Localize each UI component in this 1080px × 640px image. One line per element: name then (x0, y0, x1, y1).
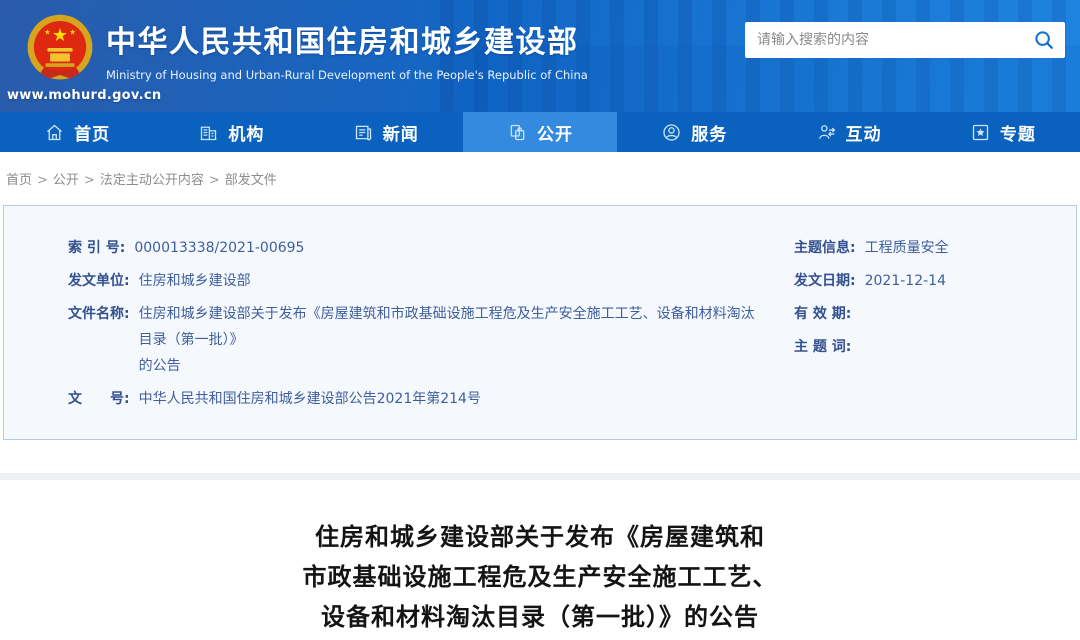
doc-info-value: 住房和城乡建设部关于发布《房屋建筑和市政基础设施工程危及生产安全施工工艺、设备和… (139, 301, 768, 379)
nav-item-label: 服务 (691, 120, 727, 145)
doc-info-row: 主 题 词: (794, 334, 1058, 360)
interaction-icon (816, 122, 837, 143)
doc-info-label: 发文单位: (68, 268, 130, 294)
doc-info-row: 主题信息: 工程质量安全 (794, 235, 1058, 261)
site-header: ★ ★ ★ www.mohurd.gov.cn 中华人民共和国住房和城乡建设部 … (0, 0, 1080, 112)
doc-info-value: 工程质量安全 (865, 235, 949, 261)
breadcrumb-separator: > (84, 173, 95, 188)
nav-item-home[interactable]: 首页 (0, 112, 154, 152)
breadcrumb-separator: > (209, 173, 220, 188)
doc-info-card: 索 引 号:000013338/2021-00695发文单位:住房和城乡建设部文… (3, 205, 1077, 440)
search-icon (1033, 29, 1055, 51)
doc-info-row: 有 效 期: (794, 301, 1058, 327)
doc-info-left-column: 索 引 号:000013338/2021-00695发文单位:住房和城乡建设部文… (68, 235, 768, 419)
article-section: 住房和城乡建设部关于发布《房屋建筑和 市政基础设施工程危及生产安全施工工艺、 设… (0, 480, 1080, 640)
breadcrumb-separator: > (37, 173, 48, 188)
site-title: 中华人民共和国住房和城乡建设部 (106, 17, 588, 61)
doc-info-label: 有 效 期: (794, 301, 851, 327)
org-icon (198, 122, 219, 143)
doc-info-label: 发文日期: (794, 268, 856, 294)
nav-item-topics[interactable]: 专题 (926, 112, 1080, 152)
doc-info-value: 中华人民共和国住房和城乡建设部公告2021年第214号 (139, 386, 481, 412)
breadcrumb-item[interactable]: 法定主动公开内容 (100, 173, 204, 188)
breadcrumb: 首页 > 公开 > 法定主动公开内容 > 部发文件 (0, 152, 1080, 200)
doc-info-label: 文 号: (68, 386, 130, 412)
nav-item-label: 互动 (846, 120, 882, 145)
search-input[interactable] (745, 22, 1023, 58)
site-title-english: Ministry of Housing and Urban-Rural Deve… (106, 68, 588, 82)
nav-item-label: 专题 (1000, 120, 1036, 145)
doc-info-section: 索 引 号:000013338/2021-00695发文单位:住房和城乡建设部文… (0, 200, 1080, 473)
nav-bar: 首页 机构 新闻 公开 服务 互动 专题 (0, 112, 1080, 152)
nav-item-label: 首页 (74, 120, 110, 145)
nav-item-news[interactable]: 新闻 (309, 112, 463, 152)
doc-info-row: 文 号: 中华人民共和国住房和城乡建设部公告2021年第214号 (68, 386, 768, 412)
nav-item-interaction[interactable]: 互动 (771, 112, 925, 152)
news-icon (353, 122, 374, 143)
doc-info-row: 发文日期: 2021-12-14 (794, 268, 1058, 294)
breadcrumb-item: 部发文件 (225, 173, 277, 188)
svg-text:★: ★ (52, 25, 68, 46)
doc-info-label: 主题信息: (794, 235, 856, 261)
doc-info-label: 索 引 号: (68, 235, 125, 261)
nav-item-label: 新闻 (383, 120, 419, 145)
doc-info-value: 000013338/2021-00695 (134, 235, 304, 261)
doc-info-value: 住房和城乡建设部 (139, 268, 251, 294)
nav-item-service[interactable]: 服务 (617, 112, 771, 152)
home-icon (44, 122, 65, 143)
breadcrumb-item[interactable]: 公开 (53, 173, 79, 188)
svg-text:★: ★ (69, 28, 75, 37)
search-box[interactable] (745, 22, 1065, 58)
nav-item-org[interactable]: 机构 (154, 112, 308, 152)
doc-info-label: 主 题 词: (794, 334, 851, 360)
national-emblem-icon: ★ ★ ★ (24, 12, 96, 84)
doc-info-row: 文件名称:住房和城乡建设部关于发布《房屋建筑和市政基础设施工程危及生产安全施工工… (68, 301, 768, 379)
nav-item-label: 公开 (537, 120, 573, 145)
breadcrumb-item[interactable]: 首页 (6, 173, 32, 188)
topics-icon (970, 122, 991, 143)
svg-text:★: ★ (44, 28, 50, 37)
section-divider (0, 473, 1080, 480)
search-button[interactable] (1023, 22, 1065, 58)
doc-info-value: 2021-12-14 (865, 268, 946, 294)
article-title: 住房和城乡建设部关于发布《房屋建筑和 市政基础设施工程危及生产安全施工工艺、 设… (0, 517, 1080, 637)
nav-item-disclosure[interactable]: 公开 (463, 112, 617, 152)
doc-info-right-column: 主题信息: 工程质量安全发文日期: 2021-12-14 有 效 期: 主 题 词: (768, 235, 1058, 419)
doc-info-row: 索 引 号: 000013338/2021-00695 (68, 235, 768, 261)
site-url: www.mohurd.gov.cn (7, 88, 161, 103)
service-icon (661, 122, 682, 143)
doc-info-label: 文件名称: (68, 301, 130, 379)
nav-item-label: 机构 (228, 120, 264, 145)
disclosure-icon (507, 122, 528, 143)
doc-info-row: 发文单位: 住房和城乡建设部 (68, 268, 768, 294)
